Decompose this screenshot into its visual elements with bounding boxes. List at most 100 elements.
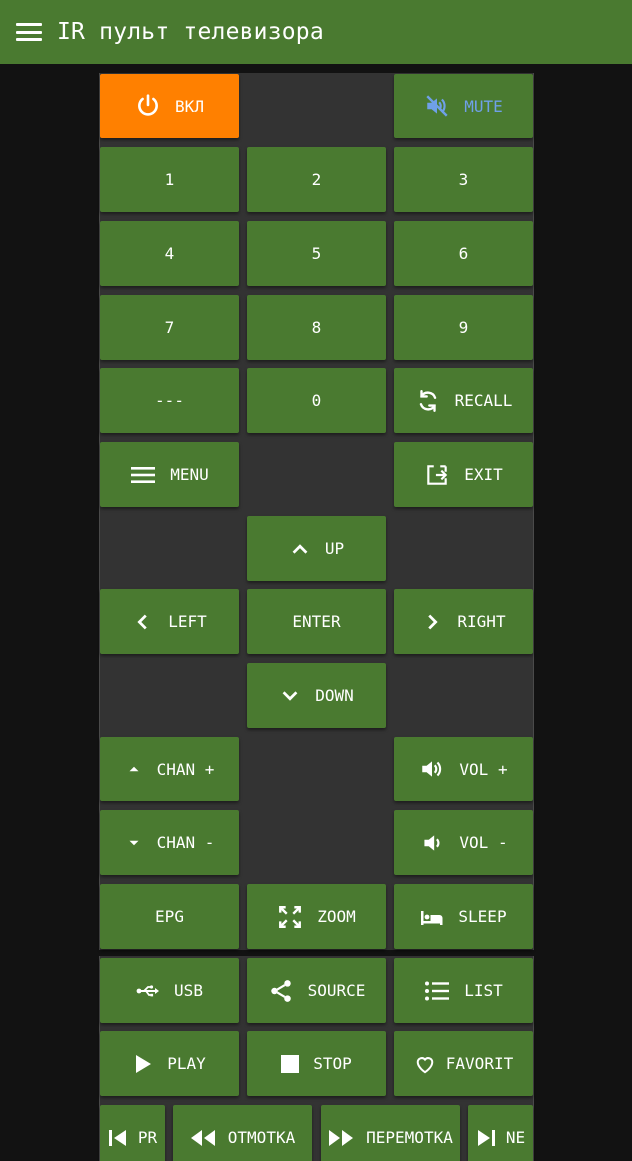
skip-previous-icon <box>108 1129 126 1146</box>
app-title: IR пульт телевизора <box>57 19 324 45</box>
digit-2-button[interactable]: 2 <box>247 147 386 212</box>
power-icon <box>138 94 158 116</box>
volume-down-icon <box>424 834 440 851</box>
channel-up-label: CHAN + <box>156 759 215 779</box>
previous-label: PR <box>137 1128 158 1147</box>
digit-label: 3 <box>458 170 469 189</box>
digit-6-button[interactable]: 6 <box>394 221 533 286</box>
fast-forward-label: ПЕРЕМОТКА <box>366 1128 453 1147</box>
stop-icon <box>281 1054 300 1073</box>
right-button[interactable]: RIGHT <box>394 589 533 654</box>
digit-5-button[interactable]: 5 <box>247 221 386 286</box>
next-button[interactable]: NE <box>468 1105 533 1161</box>
digit-0-button[interactable]: 0 <box>247 368 386 433</box>
volume-off-icon <box>426 95 448 117</box>
digit-label: 2 <box>311 170 322 189</box>
digit-9-button[interactable]: 9 <box>394 295 533 360</box>
zoom-button[interactable]: ZOOM <box>247 884 386 949</box>
app-bar: IR пульт телевизора <box>0 0 632 64</box>
exit-button[interactable]: EXIT <box>394 442 533 507</box>
exit-label: EXIT <box>464 465 503 484</box>
digit-1-button[interactable]: 1 <box>100 147 239 212</box>
channel-down-label: CHAN - <box>156 833 215 852</box>
list-button[interactable]: LIST <box>394 958 533 1023</box>
down-button[interactable]: DOWN <box>247 663 386 728</box>
digit-3-button[interactable]: 3 <box>394 147 533 212</box>
dash-button[interactable]: --- <box>100 368 239 433</box>
sync-icon <box>419 389 436 412</box>
digit-label: 5 <box>311 244 322 263</box>
play-button[interactable]: PLAY <box>100 1031 239 1096</box>
volume-up-icon <box>422 761 442 777</box>
power-button[interactable]: ВКЛ <box>100 74 239 138</box>
enter-button[interactable]: ENTER <box>247 589 386 654</box>
right-label: RIGHT <box>457 612 506 631</box>
epg-button[interactable]: EPG <box>100 884 239 949</box>
heart-icon <box>416 1056 434 1073</box>
menu-icon <box>131 466 156 483</box>
favorite-button[interactable]: FAVORIT <box>394 1031 533 1096</box>
recall-label: RECALL <box>454 391 513 410</box>
volume-down-button[interactable]: VOL - <box>394 810 533 875</box>
digit-label: 0 <box>311 391 322 410</box>
rewind-button[interactable]: ОТМОТКА <box>173 1105 312 1161</box>
chevron-right-icon <box>428 614 439 629</box>
dash-label: --- <box>155 391 184 410</box>
epg-label: EPG <box>155 907 184 926</box>
up-button[interactable]: UP <box>247 516 386 581</box>
digit-label: 8 <box>311 318 322 337</box>
channel-up-button[interactable]: CHAN + <box>100 737 239 801</box>
bed-icon <box>421 910 443 925</box>
digit-label: 4 <box>164 244 175 263</box>
digit-label: 9 <box>458 318 469 337</box>
fast-forward-button[interactable]: ПЕРЕМОТКА <box>321 1105 460 1161</box>
caret-down-icon <box>129 840 139 845</box>
down-label: DOWN <box>315 686 354 705</box>
stop-button[interactable]: STOP <box>247 1031 386 1096</box>
favorite-label: FAVORIT <box>445 1054 514 1073</box>
fast-forward-icon <box>329 1129 354 1146</box>
play-icon <box>136 1054 152 1073</box>
digit-label: 6 <box>458 244 469 263</box>
power-label: ВКЛ <box>175 96 204 116</box>
left-button[interactable]: LEFT <box>100 589 239 654</box>
volume-up-label: VOL + <box>459 759 508 779</box>
volume-down-label: VOL - <box>459 833 508 852</box>
zoom-label: ZOOM <box>317 907 356 926</box>
enter-label: ENTER <box>292 612 341 631</box>
fullscreen-icon <box>279 905 302 928</box>
mute-label: MUTE <box>464 96 503 116</box>
usb-icon <box>136 984 160 996</box>
recall-button[interactable]: RECALL <box>394 368 533 433</box>
sleep-button[interactable]: SLEEP <box>394 884 533 949</box>
play-label: PLAY <box>167 1054 206 1073</box>
list-icon <box>425 981 450 1000</box>
mute-button[interactable]: MUTE <box>394 74 533 138</box>
usb-label: USB <box>174 981 203 1000</box>
skip-next-icon <box>477 1129 495 1146</box>
hamburger-menu-icon[interactable] <box>16 23 42 41</box>
share-icon <box>270 979 291 1002</box>
digit-7-button[interactable]: 7 <box>100 295 239 360</box>
channel-down-button[interactable]: CHAN - <box>100 810 239 875</box>
rewind-icon <box>190 1129 215 1146</box>
chevron-up-icon <box>292 543 308 554</box>
usb-button[interactable]: USB <box>100 958 239 1023</box>
digit-label: 1 <box>164 170 175 189</box>
left-label: LEFT <box>168 612 207 631</box>
digit-8-button[interactable]: 8 <box>247 295 386 360</box>
sleep-label: SLEEP <box>458 907 507 926</box>
list-label: LIST <box>464 981 503 1000</box>
menu-label: MENU <box>170 465 209 484</box>
chevron-left-icon <box>137 614 147 629</box>
menu-button[interactable]: MENU <box>100 442 239 507</box>
exit-icon <box>427 464 448 485</box>
chevron-down-icon <box>282 690 298 701</box>
volume-up-button[interactable]: VOL + <box>394 737 533 801</box>
rewind-label: ОТМОТКА <box>227 1128 296 1147</box>
source-button[interactable]: SOURCE <box>247 958 386 1023</box>
digit-label: 7 <box>164 318 175 337</box>
previous-button[interactable]: PR <box>100 1105 165 1161</box>
digit-4-button[interactable]: 4 <box>100 221 239 286</box>
up-label: UP <box>324 539 345 558</box>
